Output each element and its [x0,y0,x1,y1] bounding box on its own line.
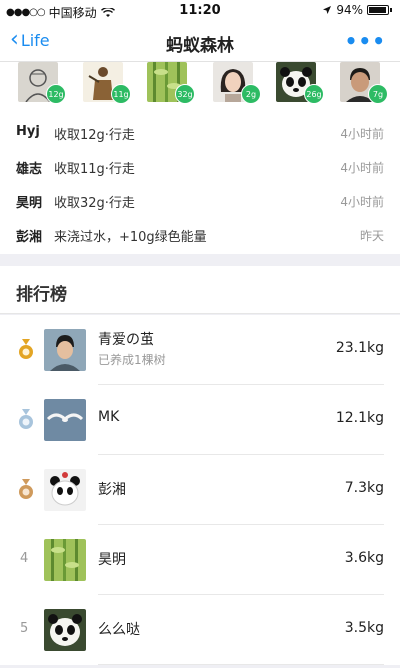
feed-action: 收取32g·行走 [54,196,135,211]
silver-medal-icon [19,409,33,429]
leaderboard-subtitle: 已养成1棵树 [98,353,166,367]
energy-badge: 7g [368,84,388,104]
avatar [44,329,86,371]
boy-portrait-icon [44,329,86,371]
leaderboard-name: 昊明 [98,552,126,568]
feed-name: 彭湘 [16,230,43,245]
friend-avatar[interactable]: 26g [276,62,324,106]
leaderboard-header: 排行榜 [0,266,400,314]
panda-face-icon [44,609,86,651]
friend-avatar[interactable]: 12g [18,62,66,106]
battery-tip [390,8,392,12]
leaderboard-row[interactable]: MK 12.1kg [0,385,400,455]
feed-action: 来浇过水，+10g绿色能量 [54,230,207,245]
feed-name: 昊明 [16,196,43,211]
feed-item[interactable]: 雄志 收取11g·行走 4小时前 [0,150,400,182]
energy-badge: 32g [175,84,195,104]
leaderboard-name: 青爱の茧 [98,332,154,348]
leaderboard-row[interactable]: 4 昊明 3.6kg [0,525,400,595]
friend-avatar[interactable]: 11g [83,62,131,106]
avatar [44,609,86,651]
feed-item[interactable]: 彭湘 来浇过水，+10g绿色能量 昨天 [0,218,400,250]
leaderboard-row[interactable]: 彭湘 7.3kg [0,455,400,525]
gold-medal-icon [19,339,33,359]
energy-badge: 26g [304,84,324,104]
energy-badge: 2g [241,84,261,104]
leaderboard-value: 3.6kg [344,550,384,566]
feed-item[interactable]: 昊明 收取32g·行走 4小时前 [0,184,400,216]
energy-badge: 11g [111,84,131,104]
avatar [44,539,86,581]
friend-avatar[interactable]: 2g [213,62,261,106]
nav-bar: ‹ Life 蚂蚁森林 ••• [0,22,400,62]
leaderboard-name: 么么哒 [98,622,140,638]
leaderboard-value: 7.3kg [344,480,384,496]
feed-time: 4小时前 [340,161,384,175]
friend-avatar[interactable]: 7g [340,62,388,106]
bamboo-forest-icon [44,539,86,581]
feed-item[interactable]: Hyj 收取12g·行走 4小时前 [0,116,400,148]
rank-number: 5 [20,621,29,636]
panda-cartoon-icon [44,469,86,511]
page-title: 蚂蚁森林 [166,36,234,56]
divider [98,664,384,665]
status-right: 94% [322,3,392,17]
feed-time: 昨天 [359,229,384,243]
energy-badge: 12g [46,84,66,104]
status-bar: ●●●○○ 中国移动 11:20 94% [0,0,400,22]
leaderboard-value: 3.5kg [344,620,384,636]
avatar [44,469,86,511]
leaderboard-row[interactable]: 5 么么哒 3.5kg [0,595,400,665]
rank-number: 4 [20,551,29,566]
feed-name: 雄志 [16,162,43,177]
feed-action: 收取11g·行走 [54,162,135,177]
bronze-medal-icon [19,479,33,499]
friend-avatar[interactable]: 32g [147,62,195,106]
feed-name: Hyj [16,124,40,139]
battery-percent: 94% [336,3,363,17]
seagull-icon [44,399,86,441]
feed-action: 收取12g·行走 [54,128,135,143]
leaderboard-value: 12.1kg [335,410,384,426]
battery-icon [367,5,389,15]
leaderboard-title: 排行榜 [16,285,67,305]
leaderboard-row[interactable]: 青爱の茧 已养成1棵树 23.1kg [0,315,400,385]
feed-time: 4小时前 [340,127,384,141]
more-button[interactable]: ••• [345,29,386,53]
feed-time: 4小时前 [340,195,384,209]
avatar [44,399,86,441]
leaderboard-value: 23.1kg [335,340,384,356]
location-arrow-icon [323,6,332,14]
friend-avatar-strip: 12g 11g 32g 2g 26g 7g [0,62,400,108]
activity-card: 12g 11g 32g 2g 26g 7g Hyj 收取12g·行走 4小时前 … [0,62,400,254]
leaderboard-name: 彭湘 [98,482,126,498]
leaderboard-name: MK [98,409,120,425]
